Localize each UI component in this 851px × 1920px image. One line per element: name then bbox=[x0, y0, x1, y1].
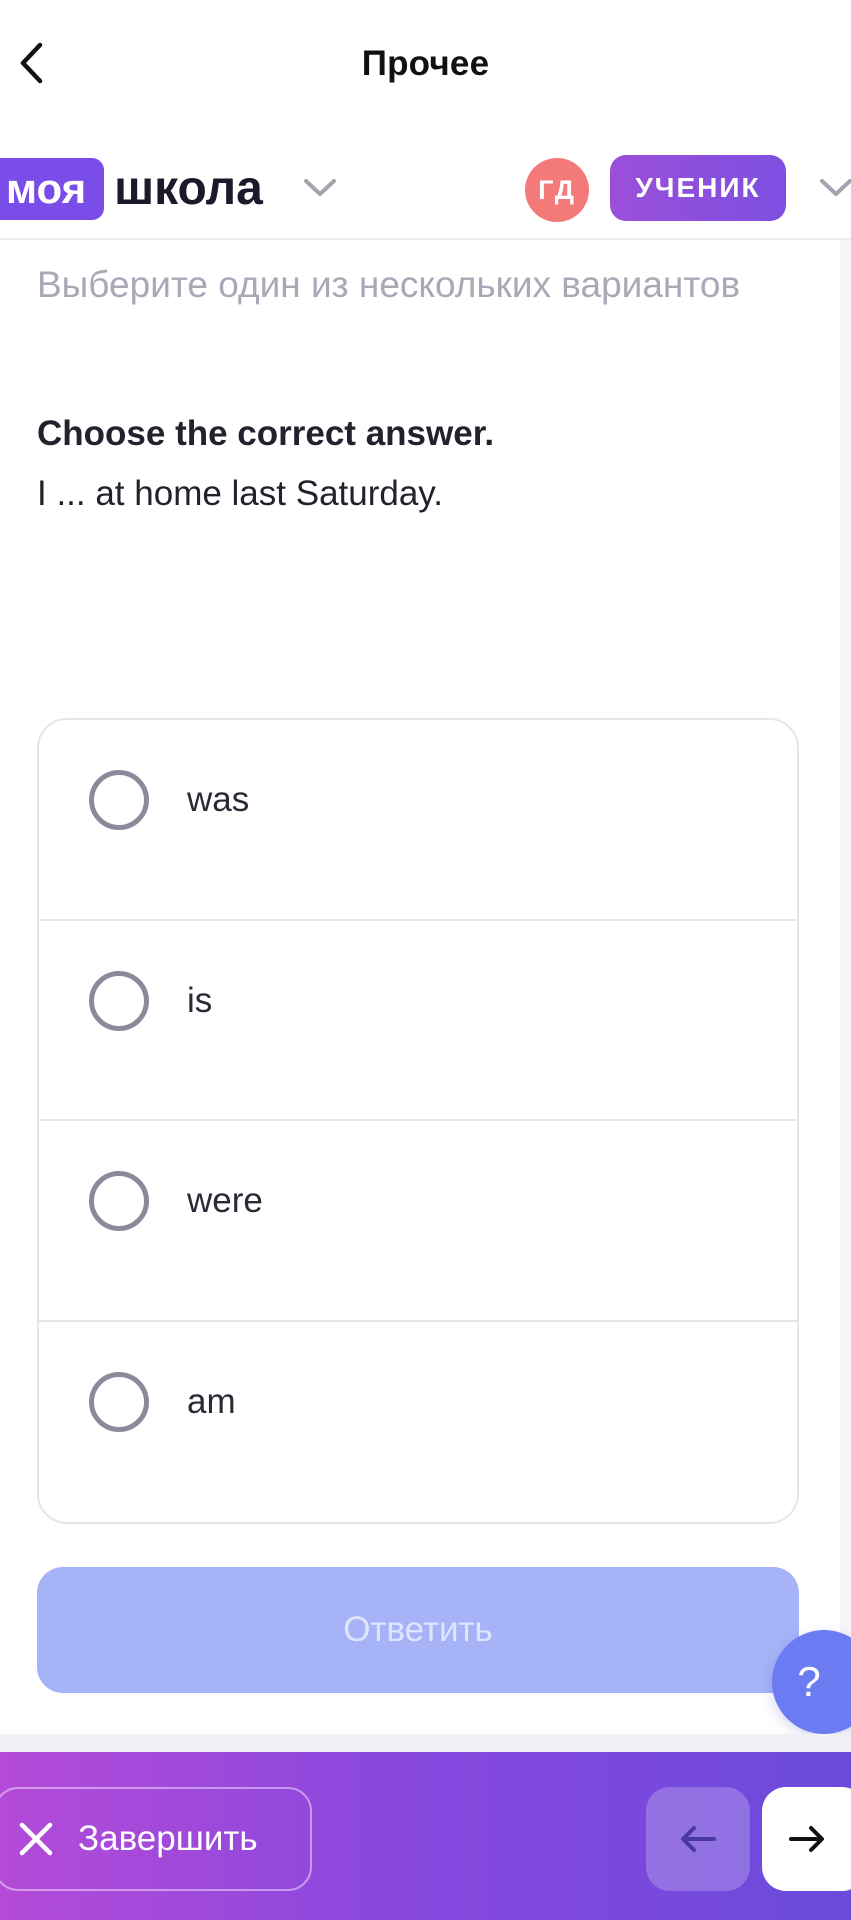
answer-option-is[interactable]: is bbox=[39, 921, 797, 1121]
radio-button[interactable] bbox=[89, 1171, 149, 1231]
answer-label: am bbox=[187, 1381, 236, 1421]
page: Прочее моя школа ГД УЧЕНИК Выберите один… bbox=[0, 0, 851, 1920]
bottom-separator bbox=[0, 1734, 851, 1752]
arrow-left-icon bbox=[681, 1826, 716, 1852]
top-nav: Прочее bbox=[0, 0, 851, 128]
logo-part-moya: моя bbox=[0, 158, 105, 220]
account-menu-toggle[interactable] bbox=[818, 176, 851, 205]
chevron-left-icon bbox=[20, 42, 43, 84]
submit-answer-button[interactable]: Ответить bbox=[37, 1567, 799, 1693]
answer-label: is bbox=[187, 980, 213, 1020]
next-question-button[interactable] bbox=[762, 1787, 851, 1891]
user-avatar[interactable]: ГД bbox=[525, 158, 589, 222]
scrollbar-track[interactable] bbox=[840, 240, 851, 1730]
answer-option-was[interactable]: was bbox=[39, 720, 797, 921]
logo-part-shkola: школа bbox=[114, 162, 263, 215]
answer-label: were bbox=[187, 1181, 263, 1220]
finish-label: Завершить bbox=[78, 1819, 258, 1858]
question-text: I ... at home last Saturday. bbox=[37, 474, 443, 513]
question-mark-icon: ? bbox=[797, 1658, 821, 1705]
answer-options: was is were am bbox=[37, 718, 799, 1524]
radio-button[interactable] bbox=[89, 770, 149, 830]
role-badge[interactable]: УЧЕНИК bbox=[610, 155, 786, 221]
answer-option-am[interactable]: am bbox=[39, 1322, 797, 1523]
back-button[interactable] bbox=[6, 38, 56, 88]
school-logo[interactable]: моя школа bbox=[0, 156, 263, 222]
bottom-bar: Завершить bbox=[0, 1734, 851, 1920]
chevron-down-icon bbox=[304, 179, 336, 196]
finish-button[interactable]: Завершить bbox=[0, 1787, 312, 1891]
radio-button[interactable] bbox=[89, 1371, 149, 1432]
answer-option-were[interactable]: were bbox=[39, 1121, 797, 1322]
previous-question-button[interactable] bbox=[646, 1787, 750, 1891]
question-title: Choose the correct answer. bbox=[37, 414, 495, 453]
arrow-right-icon bbox=[789, 1826, 824, 1852]
answer-label: was bbox=[187, 780, 250, 819]
task-hint: Выберите один из нескольких вариантов bbox=[37, 264, 741, 305]
radio-button[interactable] bbox=[89, 970, 149, 1031]
brand-header: моя школа ГД УЧЕНИК bbox=[0, 128, 851, 240]
chevron-down-icon bbox=[820, 179, 851, 196]
page-title: Прочее bbox=[361, 44, 490, 83]
school-switcher[interactable] bbox=[302, 176, 338, 205]
close-icon bbox=[14, 1817, 58, 1861]
